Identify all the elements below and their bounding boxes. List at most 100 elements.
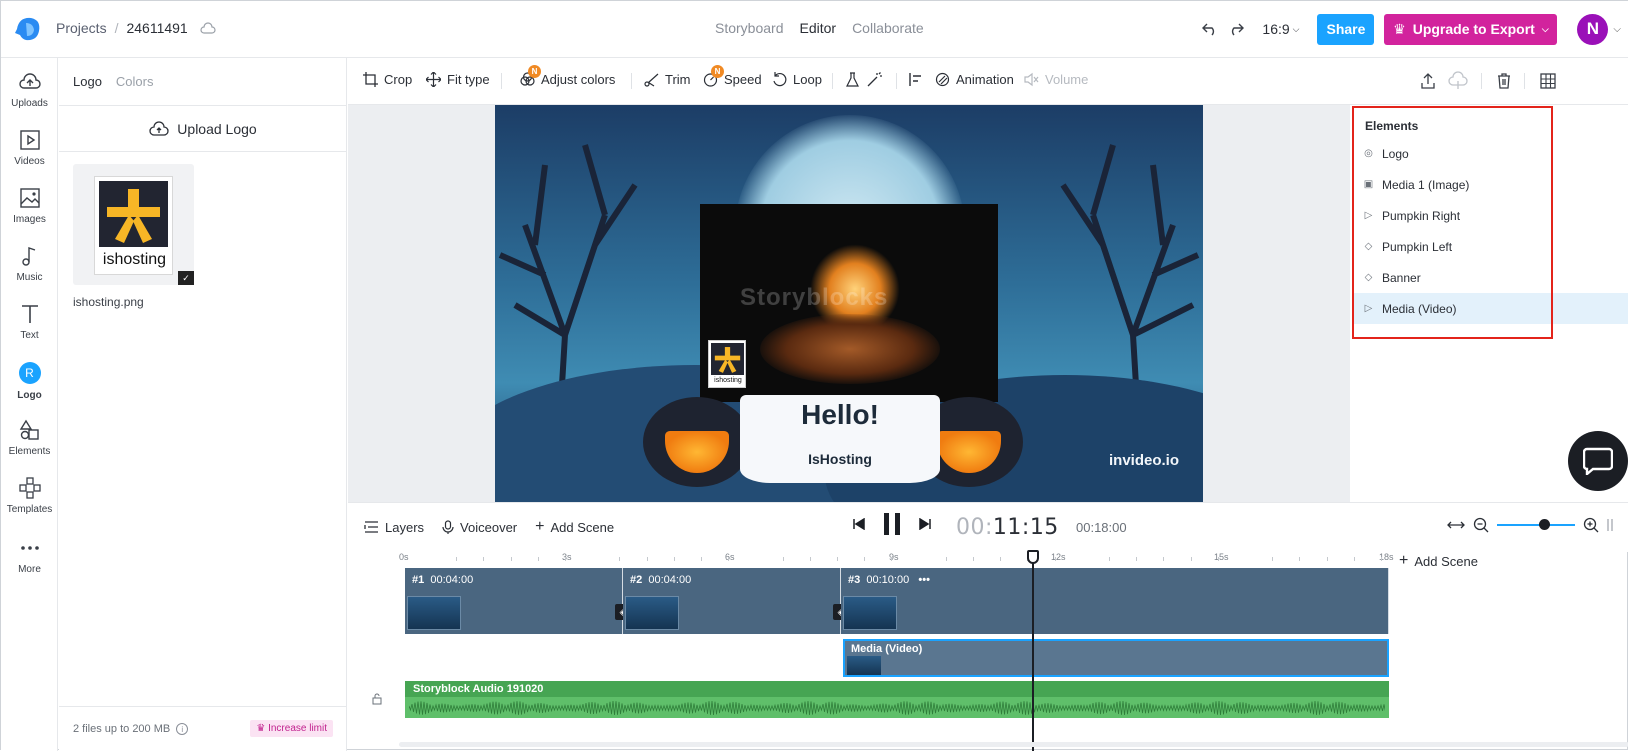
tab-storyboard[interactable]: Storyboard <box>715 20 783 36</box>
lock-icon[interactable] <box>371 693 383 705</box>
upgrade-to-export-button[interactable]: ♛ Upgrade to Export ⌵ <box>1384 13 1558 45</box>
ruler-tick <box>1163 557 1165 561</box>
project-id[interactable]: 24611491 <box>126 20 187 36</box>
ruler-tick <box>510 557 512 561</box>
magic-wand-button[interactable] <box>867 72 882 87</box>
breadcrumb-projects[interactable]: Projects <box>56 20 107 36</box>
scene-label: #1 00:04:00 <box>412 574 473 586</box>
mode-switcher: Storyboard Editor Collaborate <box>715 20 924 36</box>
rail-item-videos[interactable]: Videos <box>1 128 58 186</box>
flask-button[interactable] <box>845 72 860 87</box>
scene-block[interactable]: #2 00:04:00 <box>623 568 841 634</box>
more-icon <box>20 546 39 550</box>
drag-handle-icon[interactable] <box>1607 518 1613 532</box>
scene-block[interactable]: #3 00:10:00 ••• <box>841 568 1389 634</box>
logo-file-name: ishosting.png <box>73 295 144 309</box>
cloud-upload-disabled-icon[interactable] <box>1448 71 1468 91</box>
adjust-colors-button[interactable]: N Adjust colors <box>520 65 616 87</box>
ishosting-logo-image: ishosting <box>94 176 173 275</box>
scene-duration: 00:04:00 <box>430 574 474 586</box>
cloud-icon <box>200 22 216 34</box>
scene-block[interactable]: #1 00:04:00 <box>405 568 623 634</box>
total-time: 00:18:00 <box>1076 520 1127 535</box>
tab-logo[interactable]: Logo <box>73 74 102 89</box>
timeline-add-scene-button[interactable]: + Add Scene <box>1399 553 1478 569</box>
rail-item-music[interactable]: Music <box>1 244 58 302</box>
add-scene-button[interactable]: + Add Scene <box>535 519 614 535</box>
volume-button[interactable]: Volume <box>1024 72 1088 87</box>
flask-icon <box>846 72 859 87</box>
share-button[interactable]: Share <box>1317 13 1375 45</box>
toolbar-separator <box>832 73 833 89</box>
rail-item-logo[interactable]: R Logo <box>1 362 58 420</box>
grid-icon[interactable] <box>1538 71 1558 91</box>
speed-button[interactable]: N Speed <box>703 65 762 87</box>
skip-forward-icon[interactable] <box>919 518 931 530</box>
rail-item-more[interactable]: More <box>1 536 58 594</box>
rail-item-elements[interactable]: Elements <box>1 418 58 476</box>
fit-type-button[interactable]: Fit type <box>426 72 490 87</box>
trim-button[interactable]: Trim <box>644 72 691 87</box>
ruler-tick <box>837 557 838 561</box>
logo-layer[interactable]: ishosting <box>708 340 746 388</box>
chat-support-button[interactable] <box>1568 431 1628 491</box>
move-arrows-icon <box>426 72 441 87</box>
aspect-ratio-select[interactable]: 16:9 ⌵ <box>1262 21 1299 37</box>
logo-thumbnail[interactable]: ishosting ✓ <box>73 164 194 285</box>
tab-colors[interactable]: Colors <box>116 74 154 89</box>
align-button[interactable] <box>909 72 924 87</box>
pause-icon[interactable] <box>883 512 901 536</box>
cloud-upload-icon <box>149 120 169 136</box>
upload-arrow-icon[interactable] <box>1418 71 1438 91</box>
increase-limit-button[interactable]: ♛ Increase limit <box>250 720 333 737</box>
selected-check-icon: ✓ <box>178 271 194 285</box>
fit-width-icon[interactable] <box>1447 519 1465 531</box>
ruler-label: 0s <box>399 552 409 562</box>
crop-button[interactable]: Crop <box>363 72 412 87</box>
avatar[interactable]: N <box>1577 13 1609 45</box>
playhead-handle[interactable] <box>1027 550 1039 564</box>
video-canvas[interactable]: Storyblocks ishosting Hello! IsHosting i… <box>495 105 1203 502</box>
animation-button[interactable]: Animation <box>935 72 1014 87</box>
redo-icon[interactable] <box>1226 19 1246 39</box>
rail-item-text[interactable]: Text <box>1 302 58 360</box>
playhead[interactable] <box>1032 552 1034 751</box>
rail-item-images[interactable]: Images <box>1 186 58 244</box>
zoom-in-icon[interactable] <box>1583 517 1599 533</box>
ruler-tick <box>864 557 866 561</box>
layers-button[interactable]: Layers <box>364 520 424 535</box>
tab-collaborate[interactable]: Collaborate <box>852 20 924 36</box>
chat-bubble-icon <box>1583 447 1613 475</box>
music-icon <box>21 247 35 266</box>
loop-button[interactable]: Loop <box>772 72 822 87</box>
trash-icon[interactable] <box>1494 71 1514 91</box>
audio-track[interactable]: Storyblock Audio 191020 <box>405 681 1389 718</box>
timeline-ruler[interactable]: 0s 3s 6s 9s 12s 15s 18s <box>399 552 1394 566</box>
tab-editor[interactable]: Editor <box>799 20 836 36</box>
scene-menu-icon[interactable]: ••• <box>918 574 930 586</box>
pumpkin-left[interactable] <box>643 397 751 487</box>
toolbar-separator <box>1481 73 1482 89</box>
undo-icon[interactable] <box>1200 19 1220 39</box>
scene-thumbnail <box>407 596 461 630</box>
invideo-logo-icon[interactable] <box>13 15 43 43</box>
media-video-track[interactable]: Media (Video) <box>843 639 1389 677</box>
voiceover-button[interactable]: Voiceover <box>442 520 517 535</box>
rail-item-templates[interactable]: Templates <box>1 476 58 534</box>
zoom-out-icon[interactable] <box>1473 517 1489 533</box>
toolbar-separator <box>501 73 502 89</box>
banner-layer[interactable]: Hello! IsHosting <box>740 395 940 483</box>
adjust-colors-label: Adjust colors <box>541 72 616 87</box>
logo-r-icon: R <box>18 362 41 384</box>
upload-logo-button[interactable]: Upload Logo <box>59 106 347 152</box>
skip-back-icon[interactable] <box>853 518 865 530</box>
timeline-scrollbar[interactable] <box>399 742 1628 747</box>
info-icon[interactable]: i <box>176 723 189 735</box>
avatar-chevron-icon[interactable]: ⌵ <box>1613 24 1621 35</box>
rail-item-uploads[interactable]: Uploads <box>1 70 58 128</box>
zoom-slider-knob[interactable] <box>1538 519 1550 530</box>
ruler-tick <box>673 557 675 561</box>
zoom-slider[interactable] <box>1497 519 1575 530</box>
media-video-layer[interactable]: Storyblocks ishosting <box>700 204 998 402</box>
pumpkin-face <box>665 431 729 473</box>
